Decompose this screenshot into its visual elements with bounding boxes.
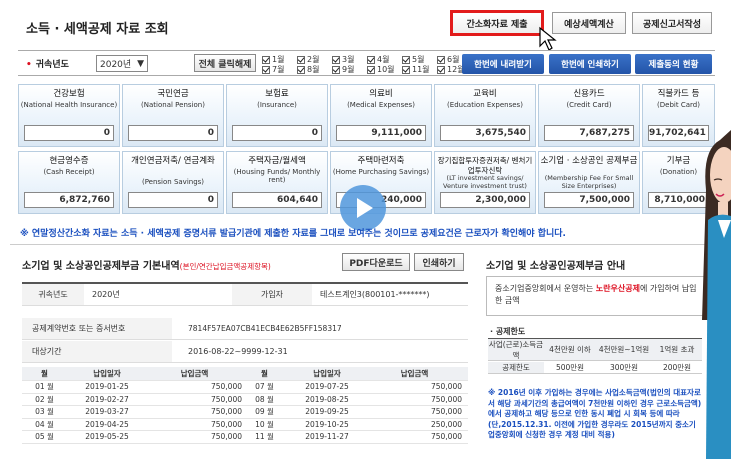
estimate-tax-button[interactable]: 예상세액계산 (552, 12, 626, 34)
month-checkbox[interactable]: 7월 (262, 64, 284, 75)
card-credit-card[interactable]: 신용카드 (Credit Card) 7,687,275 (538, 84, 640, 147)
limit-table: 사업(근로)소득금액 4천만원 이하 4천만원~1억원 1억원 초과 공제한도 500만… (488, 338, 702, 374)
card-national-pension[interactable]: 국민연금 (National Pension) 0 (122, 84, 224, 147)
checkbox-icon (297, 65, 305, 74)
checkbox-icon (367, 55, 375, 64)
month-checkbox[interactable]: 8월 (297, 64, 319, 75)
guide-panel: 중소기업중앙회에서 운영하는 노란우산공제에 가입하여 납입한 금액 · 공제한… (482, 270, 710, 459)
year-select-value: 2020년 (100, 60, 132, 70)
filter-bar: • 귀속년도 2020년 ▼ 전체 클릭해제 1월 2월 3월 4월 5월 6월 7… (18, 50, 715, 76)
consent-status-button[interactable]: 제출동의 현황 (635, 54, 712, 74)
checkbox-icon (297, 55, 305, 64)
table-row: 03 월 2019-03-27 750,000 09 월 2019-09-25 750,0… (22, 406, 468, 419)
year-label-cell: 귀속년도 (22, 284, 84, 305)
page-title: 소득 · 세액공제 자료 조회 (26, 22, 169, 37)
checkbox-icon (437, 55, 445, 64)
card-lt-investment[interactable]: 장기집합투자증권저축/ 벤처기업투자신탁 (LT investment savin… (434, 151, 536, 214)
download-all-button[interactable]: 한번에 내려받기 (462, 54, 544, 74)
checkbox-icon (332, 55, 340, 64)
required-marker: • (26, 59, 32, 70)
member-label-cell: 가입자 (232, 284, 312, 305)
checkbox-icon (437, 65, 445, 74)
year-label: 귀속년도 (35, 59, 69, 70)
card-health-insurance[interactable]: 건강보험 (National Health Insurance) 0 (18, 84, 120, 147)
table-row: 05 월 2019-05-25 750,000 11 월 2019-11-27 750,0… (22, 431, 468, 444)
month-checkboxes: 1월 2월 3월 4월 5월 6월 7월 8월 9월 10월 11월 12월 (260, 53, 470, 75)
divider (10, 244, 725, 245)
basic-section-title: 소기업 및 소상공인공제부금 기본내역(본인/연간납입금액공제항목) (22, 261, 271, 272)
guide-intro: 중소기업중앙회에서 운영하는 노란우산공제에 가입하여 납입한 금액 (486, 276, 706, 316)
chevron-down-icon: ▼ (137, 58, 144, 69)
basic-info-table: 귀속년도 2020년 가입자 테스트계인3(800101-*******) 공제… (22, 282, 468, 363)
payments-table: 월 납입일자 납입금액 월 납입일자 납입금액 01 월 2019-01-25 750,000… (22, 367, 468, 444)
card-housing-funds[interactable]: 주택자금/월세액 (Housing Funds/ Monthly rent) 604… (226, 151, 328, 214)
period-value-cell: 2016-08-22~9999-12-31 (188, 347, 288, 356)
table-row: 01 월 2019-01-25 750,000 07 월 2019-07-25 750,0… (22, 381, 468, 394)
table-header: 월 납입일자 납입금액 월 납입일자 납입금액 (22, 367, 468, 381)
card-education[interactable]: 교육비 (Education Expenses) 3,675,540 (434, 84, 536, 147)
pdf-download-button[interactable]: PDF다운로드 (342, 253, 410, 271)
checkbox-icon (262, 65, 270, 74)
member-value-cell: 테스트계인3(800101-*******) (320, 290, 430, 299)
card-small-business[interactable]: 소기업 · 소상공인 공제부금 (Membership Fee For Small… (538, 151, 640, 214)
clear-all-button[interactable]: 전체 클릭해제 (194, 54, 256, 72)
page: 소득 · 세액공제 자료 조회 간소화자료 제출 예상세액계산 공제신고서작성 … (0, 0, 731, 459)
card-insurance[interactable]: 보험료 (Insurance) 0 (226, 84, 328, 147)
notice-text: ※ 연말정산간소화 자료는 소득 · 세액공제 증명서류 발급기관에 제출한 자… (20, 229, 566, 239)
deduction-form-button[interactable]: 공제신고서작성 (632, 12, 712, 34)
guide-footnote: ※ 2016년 이후 가입하는 경우에는 사업소득금액(법인의 대표자로서 해당… (488, 388, 702, 439)
submit-simplified-data-button[interactable]: 간소화자료 제출 (450, 10, 544, 36)
presenter-illustration (702, 130, 731, 459)
month-checkbox[interactable]: 11월 (402, 64, 430, 75)
table-row: 04 월 2019-04-25 750,000 10 월 2019-10-25 250,0… (22, 419, 468, 431)
period-label-cell: 대상기간 (22, 341, 172, 362)
limit-title: · 공제한도 (490, 327, 526, 336)
table-row: 02 월 2019-02-27 750,000 08 월 2019-08-25 750,0… (22, 394, 468, 406)
card-pension-savings[interactable]: 개인연금저축/ 연금계좌 (Pension Savings) 0 (122, 151, 224, 214)
mouse-cursor-icon (539, 26, 557, 51)
month-checkbox[interactable]: 9월 (332, 64, 354, 75)
checkbox-icon (402, 55, 410, 64)
month-checkbox[interactable]: 12월 (437, 64, 465, 75)
checkbox-icon (402, 65, 410, 74)
year-value-cell: 2020년 (92, 290, 120, 299)
card-medical[interactable]: 의료비 (Medical Expenses) 9,111,000 (330, 84, 432, 147)
checkbox-icon (262, 55, 270, 64)
print-all-button[interactable]: 한번에 인쇄하기 (549, 54, 631, 74)
checkbox-icon (332, 65, 340, 74)
card-cash-receipt[interactable]: 현금영수증 (Cash Receipt) 6,872,760 (18, 151, 120, 214)
basic-section-note: (본인/연간납입금액공제항목) (179, 262, 271, 271)
print-button[interactable]: 인쇄하기 (414, 253, 464, 271)
year-select[interactable]: 2020년 ▼ (96, 55, 148, 72)
contract-label-cell: 공제계약번호 또는 증서번호 (22, 318, 172, 339)
month-checkbox[interactable]: 10월 (367, 64, 395, 75)
contract-value-cell: 7814F57EA07CB41ECB4E62B5FF158317 (188, 324, 342, 333)
video-play-icon[interactable] (340, 185, 386, 231)
checkbox-icon (367, 65, 375, 74)
